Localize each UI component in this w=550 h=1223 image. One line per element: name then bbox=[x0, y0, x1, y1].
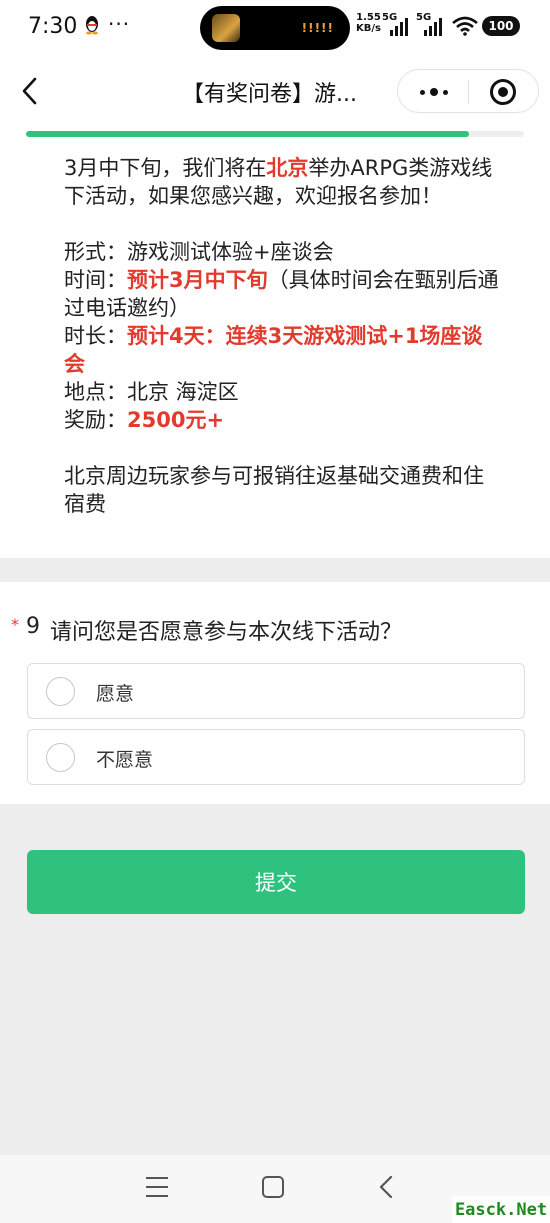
home-icon[interactable] bbox=[262, 1176, 284, 1198]
progress-bar bbox=[26, 131, 524, 137]
signal-2-icon bbox=[424, 18, 442, 36]
intro-card: 3月中下旬，我们将在北京举办ARPG类游戏线下活动，如果您感兴趣，欢迎报名参加！… bbox=[0, 126, 550, 558]
location-line: 地点：北京 海淀区 bbox=[64, 378, 500, 406]
app-thumbnail-icon bbox=[212, 14, 240, 42]
notification-more-icon: ··· bbox=[108, 12, 131, 36]
progress-fill bbox=[26, 131, 470, 137]
option-unwilling[interactable]: 不愿意 bbox=[27, 729, 525, 785]
option-label: 愿意 bbox=[96, 683, 135, 705]
net-speed-value: 1.55 bbox=[356, 12, 381, 23]
location-label: 地点： bbox=[64, 380, 127, 404]
option-label: 不愿意 bbox=[96, 749, 154, 771]
qq-penguin-icon bbox=[84, 15, 100, 40]
time-line: 时间：预计3月中下旬（具体时间会在甄别后通过电话邀约） bbox=[64, 266, 500, 322]
back-arrow-icon[interactable] bbox=[18, 76, 42, 106]
recent-apps-icon[interactable] bbox=[146, 1177, 168, 1197]
format-line: 形式：游戏测试体验+座谈会 bbox=[64, 238, 500, 266]
highlight-city: 北京 bbox=[266, 156, 309, 180]
duration-line: 时长：预计4天：连续3天游戏测试+1场座谈会 bbox=[64, 322, 500, 378]
radio-button[interactable] bbox=[46, 677, 75, 706]
reward-value: 2500元+ bbox=[127, 408, 225, 432]
reward-label: 奖励： bbox=[64, 408, 127, 432]
net-speed-unit: KB/s bbox=[356, 23, 381, 34]
time-label: 时间： bbox=[64, 268, 127, 292]
intro-text-part: 3月中下旬，我们将在 bbox=[64, 156, 267, 180]
more-options-icon[interactable] bbox=[416, 82, 452, 102]
battery-level: 100 bbox=[488, 19, 514, 33]
signal-1-icon bbox=[390, 18, 408, 36]
question-card: * 9 请问您是否愿意参与本次线下活动？ 愿意 不愿意 bbox=[0, 582, 550, 804]
watermark: Easck.Net bbox=[452, 1196, 550, 1223]
miniprogram-capsule bbox=[397, 69, 539, 113]
question-number: 9 bbox=[26, 614, 40, 639]
duration-value: 预计4天：连续3天游戏测试+1场座谈会 bbox=[64, 324, 483, 376]
audio-bars: !!!!! bbox=[301, 21, 334, 35]
format-label: 形式： bbox=[64, 240, 127, 264]
question-text: 请问您是否愿意参与本次线下活动？ bbox=[50, 620, 403, 645]
radio-button[interactable] bbox=[46, 743, 75, 772]
reward-line: 奖励：2500元+ bbox=[64, 406, 500, 434]
dynamic-island: !!!!! bbox=[200, 6, 350, 50]
location-value: 北京 海淀区 bbox=[127, 380, 239, 404]
wifi-icon bbox=[452, 16, 478, 36]
status-bar: 7:30 ··· !!!!! 1.55 KB/s 5G 5G 100 bbox=[0, 0, 550, 56]
close-miniprogram-icon[interactable] bbox=[490, 79, 516, 105]
time-value: 预计3月中下旬 bbox=[127, 268, 268, 292]
network-speed: 1.55 KB/s bbox=[356, 12, 381, 34]
intro-text: 3月中下旬，我们将在北京举办ARPG类游戏线下活动，如果您感兴趣，欢迎报名参加！… bbox=[64, 154, 500, 518]
capsule-divider bbox=[468, 80, 469, 104]
option-willing[interactable]: 愿意 bbox=[27, 663, 525, 719]
intro-paragraph: 3月中下旬，我们将在北京举办ARPG类游戏线下活动，如果您感兴趣，欢迎报名参加！ bbox=[64, 154, 500, 210]
reimbursement-note: 北京周边玩家参与可报销往返基础交通费和住宿费 bbox=[64, 464, 484, 516]
duration-label: 时长： bbox=[64, 324, 127, 348]
system-back-icon[interactable] bbox=[378, 1175, 394, 1199]
submit-button[interactable]: 提交 bbox=[27, 850, 525, 914]
nav-bar: 【有奖问卷】游... bbox=[0, 56, 550, 126]
required-mark: * bbox=[11, 615, 19, 634]
status-time: 7:30 bbox=[28, 14, 78, 39]
format-value: 游戏测试体验+座谈会 bbox=[127, 240, 334, 264]
battery-icon: 100 bbox=[482, 16, 520, 36]
page-title: 【有奖问卷】游... bbox=[182, 82, 357, 107]
